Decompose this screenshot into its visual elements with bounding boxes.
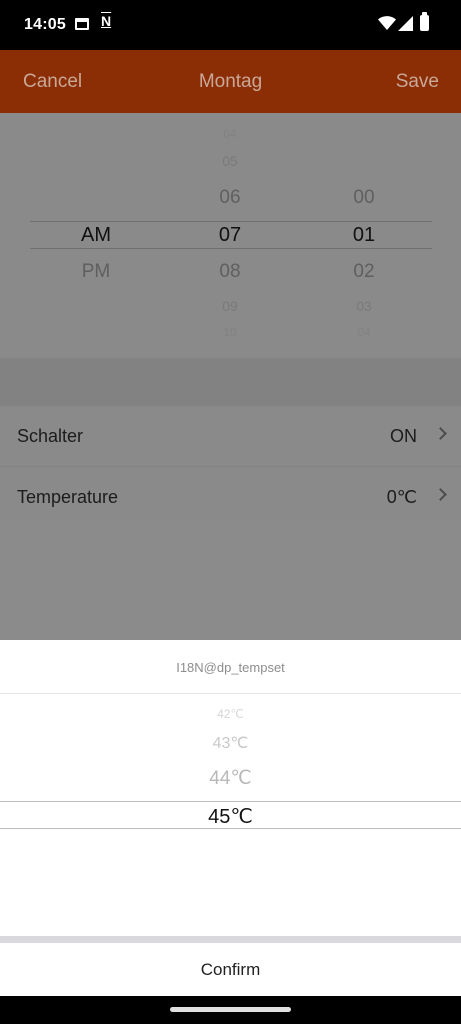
hour-option[interactable]: 05 <box>180 153 280 169</box>
sheet-title: I18N@dp_tempset <box>176 660 285 675</box>
ampm-selected[interactable]: AM <box>46 224 146 247</box>
home-handle[interactable] <box>170 1007 291 1012</box>
temp-selected[interactable]: 45℃ <box>0 804 461 829</box>
temp-option[interactable]: 42℃ <box>0 707 461 721</box>
temperature-sheet: I18N@dp_tempset 42℃ 43℃ 44℃ 45℃ Confirm <box>0 640 461 996</box>
minute-selected[interactable]: 01 <box>314 224 414 247</box>
row-value: 0℃ <box>386 487 417 507</box>
minute-column[interactable]: 00 01 02 03 04 <box>314 113 414 358</box>
settings-row-temperature[interactable]: Temperature 0℃ <box>0 467 461 527</box>
minute-option[interactable]: 04 <box>314 325 414 339</box>
chevron-right-icon <box>434 427 447 440</box>
wifi-icon <box>378 16 396 30</box>
battery-icon <box>420 12 429 31</box>
time-picker[interactable]: AM PM 04 05 06 07 08 09 10 00 01 02 03 0… <box>0 113 461 358</box>
hour-option[interactable]: 09 <box>180 298 280 314</box>
cancel-button[interactable]: Cancel <box>23 71 82 93</box>
minute-option[interactable]: 02 <box>314 261 414 283</box>
hour-selected[interactable]: 07 <box>180 224 280 247</box>
picker-selection-line-top <box>0 801 461 802</box>
navigation-bar <box>0 996 461 1024</box>
hour-column[interactable]: 04 05 06 07 08 09 10 <box>180 113 280 358</box>
row-label: Temperature <box>17 487 119 507</box>
sheet-gap <box>0 936 461 943</box>
section-gap <box>0 358 461 406</box>
ampm-column[interactable]: AM PM <box>46 113 146 358</box>
status-time: 14:05 <box>24 16 66 33</box>
signal-icon <box>398 16 413 31</box>
minute-option[interactable]: 03 <box>314 298 414 314</box>
picker-selection-line-bottom <box>0 828 461 829</box>
row-value: ON <box>390 426 417 446</box>
chevron-right-icon <box>434 488 447 501</box>
hour-option[interactable]: 06 <box>180 187 280 209</box>
temp-option[interactable]: 44℃ <box>0 767 461 790</box>
temp-option[interactable]: 43℃ <box>0 733 461 753</box>
app-background: Montag Cancel Save AM PM 04 05 06 07 08 … <box>0 50 461 640</box>
row-label: Schalter <box>17 426 84 446</box>
hour-option[interactable]: 08 <box>180 261 280 283</box>
confirm-button[interactable]: Confirm <box>0 943 461 996</box>
settings-row-schalter[interactable]: Schalter ON <box>0 406 461 466</box>
sheet-divider <box>0 693 461 694</box>
minute-option[interactable]: 00 <box>314 187 414 209</box>
hour-option[interactable]: 10 <box>180 325 280 339</box>
hour-option[interactable]: 04 <box>180 127 280 141</box>
calendar-icon <box>75 18 89 30</box>
app-header: Montag Cancel Save <box>0 50 461 113</box>
status-bar: 14:05 N <box>0 0 461 50</box>
save-button[interactable]: Save <box>396 71 439 93</box>
ampm-option[interactable]: PM <box>46 261 146 283</box>
notification-n-icon: N <box>101 13 112 29</box>
